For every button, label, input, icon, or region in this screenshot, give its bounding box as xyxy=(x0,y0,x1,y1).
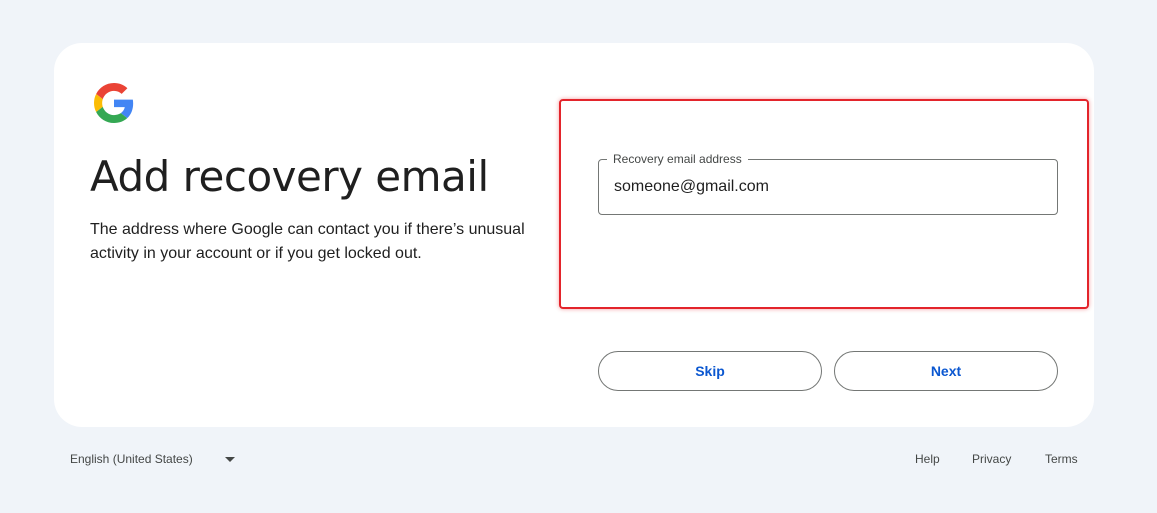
skip-button[interactable]: Skip xyxy=(598,351,822,391)
next-button[interactable]: Next xyxy=(834,351,1058,391)
page-title: Add recovery email xyxy=(90,152,489,201)
footer: English (United States) Help Privacy Ter… xyxy=(0,443,1157,475)
help-link[interactable]: Help xyxy=(915,443,940,475)
google-logo-icon xyxy=(94,83,134,123)
privacy-link[interactable]: Privacy xyxy=(972,443,1011,475)
page-description: The address where Google can contact you… xyxy=(90,221,525,262)
recovery-email-input[interactable] xyxy=(599,160,1057,214)
terms-link[interactable]: Terms xyxy=(1045,443,1078,475)
language-label: English (United States) xyxy=(70,452,193,466)
dropdown-arrow-icon xyxy=(224,456,235,462)
recovery-email-field[interactable]: Recovery email address xyxy=(598,152,1058,215)
signin-card: Add recovery email The address where Goo… xyxy=(54,43,1094,427)
language-selector[interactable]: English (United States) xyxy=(60,443,245,475)
